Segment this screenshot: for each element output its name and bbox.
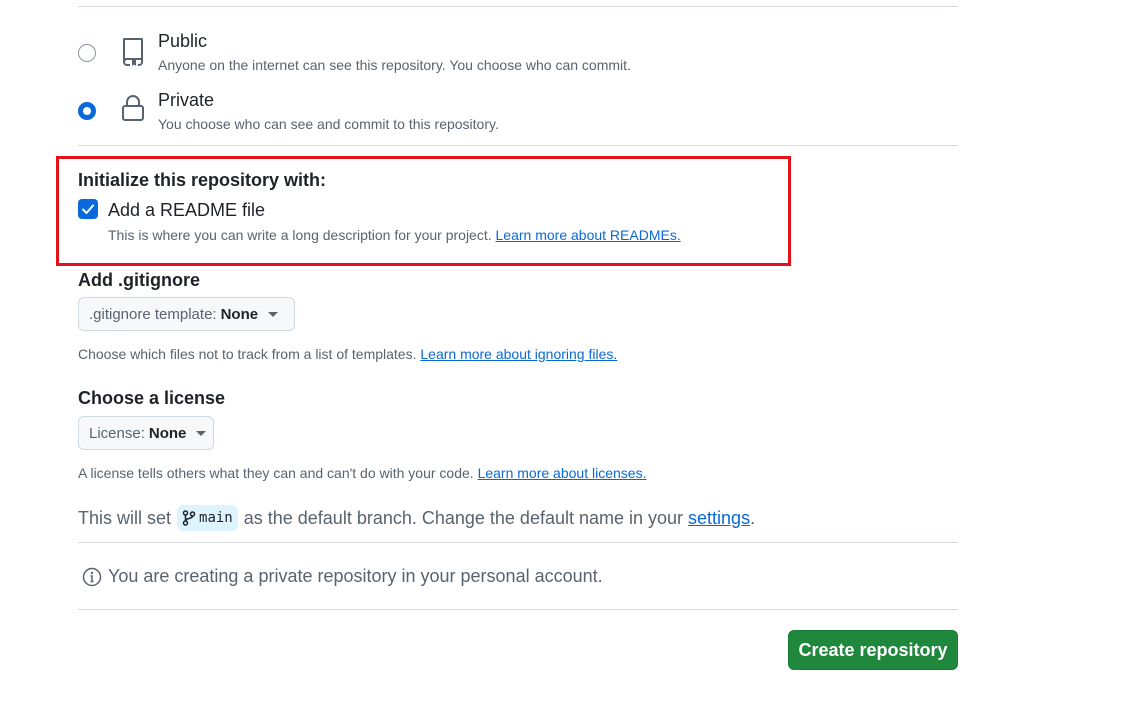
gitignore-template-select[interactable]: .gitignore template: None	[78, 297, 295, 331]
notice-divider	[78, 609, 958, 610]
gitignore-title: Add .gitignore	[78, 270, 200, 290]
notice-text: You are creating a private repository in…	[108, 566, 603, 586]
info-icon	[82, 567, 102, 586]
gitignore-help: Choose which files not to track from a l…	[78, 346, 617, 362]
license-help-text: A license tells others what they can and…	[78, 465, 474, 481]
visibility-option-public[interactable]: Public Anyone on the internet can see th…	[78, 30, 778, 76]
visibility-option-private[interactable]: Private You choose who can see and commi…	[78, 89, 778, 135]
readme-description: This is where you can write a long descr…	[108, 227, 681, 243]
public-description: Anyone on the internet can see this repo…	[158, 57, 631, 73]
branch-prefix: This will set	[78, 507, 172, 528]
readme-label[interactable]: Add a README file	[108, 200, 265, 221]
gitignore-select-value: None	[220, 305, 259, 323]
repo-icon	[120, 36, 146, 71]
settings-link[interactable]: settings	[688, 508, 750, 529]
gitignore-learn-more-link[interactable]: Learn more about ignoring files.	[420, 346, 617, 362]
caret-down-icon	[268, 311, 279, 317]
git-branch-icon	[182, 510, 196, 526]
private-repo-notice: You are creating a private repository in…	[82, 566, 603, 587]
license-select[interactable]: License: None	[78, 416, 214, 450]
create-repository-button[interactable]: Create repository	[788, 630, 958, 670]
branch-divider	[78, 542, 958, 543]
public-radio[interactable]	[78, 44, 96, 62]
top-divider	[78, 6, 958, 7]
branch-name: main	[199, 510, 233, 526]
visibility-divider	[78, 145, 958, 146]
lock-icon	[121, 94, 145, 127]
branch-middle: as the default branch. Change the defaul…	[243, 507, 684, 528]
license-help: A license tells others what they can and…	[78, 465, 646, 481]
private-description: You choose who can see and commit to thi…	[158, 116, 499, 132]
license-learn-more-link[interactable]: Learn more about licenses.	[478, 465, 647, 481]
branch-suffix: .	[750, 507, 756, 528]
gitignore-help-text: Choose which files not to track from a l…	[78, 346, 417, 362]
license-select-prefix: License:	[89, 424, 145, 442]
gitignore-select-prefix: .gitignore template:	[89, 305, 217, 323]
readme-learn-more-link[interactable]: Learn more about READMEs.	[496, 227, 681, 243]
private-radio[interactable]	[78, 102, 96, 120]
private-title: Private	[158, 90, 215, 110]
default-branch-notice: This will set main as the default branch…	[78, 505, 755, 531]
caret-down-icon	[196, 430, 207, 436]
check-icon	[82, 204, 94, 214]
branch-name-pill: main	[177, 505, 238, 531]
license-select-value: None	[148, 424, 187, 442]
license-title: Choose a license	[78, 388, 226, 408]
public-title: Public	[158, 31, 208, 51]
readme-description-text: This is where you can write a long descr…	[108, 227, 492, 243]
readme-checkbox[interactable]	[78, 199, 98, 219]
initialize-title: Initialize this repository with:	[78, 170, 327, 190]
